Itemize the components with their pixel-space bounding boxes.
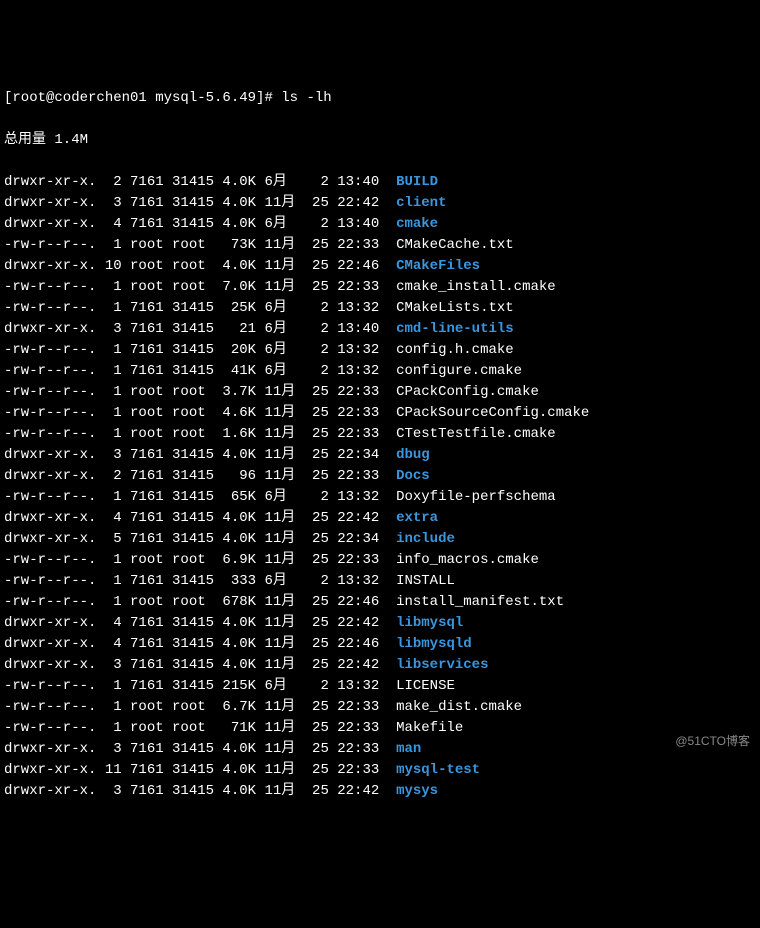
file-name: make_dist.cmake	[396, 699, 522, 715]
file-name: CMakeCache.txt	[396, 237, 514, 253]
file-name: CMakeLists.txt	[396, 300, 514, 316]
listing-row: drwxr-xr-x. 3 7161 31415 21 6月 2 13:40 c…	[4, 319, 756, 340]
listing-meta: drwxr-xr-x. 3 7161 31415 21 6月 2 13:40	[4, 321, 396, 337]
listing-meta: -rw-r--r--. 1 root root 6.9K 11月 25 22:3…	[4, 552, 396, 568]
listing-row: drwxr-xr-x. 10 root root 4.0K 11月 25 22:…	[4, 256, 756, 277]
listing-row: drwxr-xr-x. 2 7161 31415 96 11月 25 22:33…	[4, 466, 756, 487]
listing-row: drwxr-xr-x. 5 7161 31415 4.0K 11月 25 22:…	[4, 529, 756, 550]
terminal-prompt[interactable]: [root@coderchen01 mysql-5.6.49]# ls -lh	[4, 88, 756, 109]
directory-name: cmake	[396, 216, 438, 232]
listing-row: -rw-r--r--. 1 root root 678K 11月 25 22:4…	[4, 592, 756, 613]
listing-meta: drwxr-xr-x. 11 7161 31415 4.0K 11月 25 22…	[4, 762, 396, 778]
directory-name: Docs	[396, 468, 430, 484]
file-name: config.h.cmake	[396, 342, 514, 358]
listing-row: drwxr-xr-x. 3 7161 31415 4.0K 11月 25 22:…	[4, 655, 756, 676]
directory-name: libmysql	[396, 615, 463, 631]
directory-name: include	[396, 531, 455, 547]
listing-meta: -rw-r--r--. 1 root root 3.7K 11月 25 22:3…	[4, 384, 396, 400]
listing-row: -rw-r--r--. 1 7161 31415 215K 6月 2 13:32…	[4, 676, 756, 697]
file-listing: drwxr-xr-x. 2 7161 31415 4.0K 6月 2 13:40…	[4, 172, 756, 802]
listing-meta: -rw-r--r--. 1 root root 4.6K 11月 25 22:3…	[4, 405, 396, 421]
listing-meta: -rw-r--r--. 1 7161 31415 41K 6月 2 13:32	[4, 363, 396, 379]
directory-name: client	[396, 195, 446, 211]
listing-meta: -rw-r--r--. 1 7161 31415 25K 6月 2 13:32	[4, 300, 396, 316]
file-name: info_macros.cmake	[396, 552, 539, 568]
listing-row: -rw-r--r--. 1 root root 1.6K 11月 25 22:3…	[4, 424, 756, 445]
listing-row: -rw-r--r--. 1 root root 71K 11月 25 22:33…	[4, 718, 756, 739]
listing-row: drwxr-xr-x. 3 7161 31415 4.0K 11月 25 22:…	[4, 739, 756, 760]
listing-meta: -rw-r--r--. 1 7161 31415 215K 6月 2 13:32	[4, 678, 396, 694]
file-name: CPackConfig.cmake	[396, 384, 539, 400]
file-name: CPackSourceConfig.cmake	[396, 405, 589, 421]
listing-row: -rw-r--r--. 1 root root 6.7K 11月 25 22:3…	[4, 697, 756, 718]
listing-row: -rw-r--r--. 1 7161 31415 20K 6月 2 13:32 …	[4, 340, 756, 361]
listing-meta: drwxr-xr-x. 4 7161 31415 4.0K 11月 25 22:…	[4, 615, 396, 631]
listing-row: drwxr-xr-x. 3 7161 31415 4.0K 11月 25 22:…	[4, 193, 756, 214]
listing-meta: -rw-r--r--. 1 7161 31415 333 6月 2 13:32	[4, 573, 396, 589]
directory-name: BUILD	[396, 174, 438, 190]
listing-row: -rw-r--r--. 1 root root 73K 11月 25 22:33…	[4, 235, 756, 256]
listing-row: -rw-r--r--. 1 7161 31415 333 6月 2 13:32 …	[4, 571, 756, 592]
total-line: 总用量 1.4M	[4, 130, 756, 151]
listing-meta: drwxr-xr-x. 2 7161 31415 96 11月 25 22:33	[4, 468, 396, 484]
listing-meta: drwxr-xr-x. 4 7161 31415 4.0K 11月 25 22:…	[4, 636, 396, 652]
listing-row: drwxr-xr-x. 4 7161 31415 4.0K 11月 25 22:…	[4, 613, 756, 634]
listing-meta: drwxr-xr-x. 3 7161 31415 4.0K 11月 25 22:…	[4, 783, 396, 799]
directory-name: libmysqld	[396, 636, 472, 652]
listing-row: drwxr-xr-x. 11 7161 31415 4.0K 11月 25 22…	[4, 760, 756, 781]
file-name: INSTALL	[396, 573, 455, 589]
listing-row: -rw-r--r--. 1 root root 3.7K 11月 25 22:3…	[4, 382, 756, 403]
file-name: cmake_install.cmake	[396, 279, 556, 295]
listing-meta: drwxr-xr-x. 3 7161 31415 4.0K 11月 25 22:…	[4, 447, 396, 463]
listing-meta: -rw-r--r--. 1 7161 31415 65K 6月 2 13:32	[4, 489, 396, 505]
directory-name: cmd-line-utils	[396, 321, 514, 337]
listing-meta: drwxr-xr-x. 2 7161 31415 4.0K 6月 2 13:40	[4, 174, 396, 190]
listing-meta: -rw-r--r--. 1 root root 1.6K 11月 25 22:3…	[4, 426, 396, 442]
directory-name: mysql-test	[396, 762, 480, 778]
listing-row: drwxr-xr-x. 4 7161 31415 4.0K 6月 2 13:40…	[4, 214, 756, 235]
listing-row: -rw-r--r--. 1 7161 31415 65K 6月 2 13:32 …	[4, 487, 756, 508]
listing-row: drwxr-xr-x. 2 7161 31415 4.0K 6月 2 13:40…	[4, 172, 756, 193]
file-name: CTestTestfile.cmake	[396, 426, 556, 442]
listing-meta: drwxr-xr-x. 3 7161 31415 4.0K 11月 25 22:…	[4, 195, 396, 211]
listing-meta: -rw-r--r--. 1 root root 7.0K 11月 25 22:3…	[4, 279, 396, 295]
directory-name: CMakeFiles	[396, 258, 480, 274]
directory-name: extra	[396, 510, 438, 526]
listing-row: -rw-r--r--. 1 root root 6.9K 11月 25 22:3…	[4, 550, 756, 571]
listing-row: -rw-r--r--. 1 root root 7.0K 11月 25 22:3…	[4, 277, 756, 298]
listing-meta: drwxr-xr-x. 10 root root 4.0K 11月 25 22:…	[4, 258, 396, 274]
listing-row: -rw-r--r--. 1 7161 31415 25K 6月 2 13:32 …	[4, 298, 756, 319]
listing-row: drwxr-xr-x. 4 7161 31415 4.0K 11月 25 22:…	[4, 508, 756, 529]
listing-row: drwxr-xr-x. 3 7161 31415 4.0K 11月 25 22:…	[4, 781, 756, 802]
listing-meta: -rw-r--r--. 1 root root 73K 11月 25 22:33	[4, 237, 396, 253]
listing-meta: drwxr-xr-x. 3 7161 31415 4.0K 11月 25 22:…	[4, 741, 396, 757]
listing-meta: drwxr-xr-x. 4 7161 31415 4.0K 6月 2 13:40	[4, 216, 396, 232]
directory-name: libservices	[396, 657, 488, 673]
file-name: Doxyfile-perfschema	[396, 489, 556, 505]
listing-meta: -rw-r--r--. 1 root root 6.7K 11月 25 22:3…	[4, 699, 396, 715]
listing-meta: -rw-r--r--. 1 root root 678K 11月 25 22:4…	[4, 594, 396, 610]
listing-meta: -rw-r--r--. 1 root root 71K 11月 25 22:33	[4, 720, 396, 736]
listing-meta: -rw-r--r--. 1 7161 31415 20K 6月 2 13:32	[4, 342, 396, 358]
listing-row: -rw-r--r--. 1 7161 31415 41K 6月 2 13:32 …	[4, 361, 756, 382]
directory-name: mysys	[396, 783, 438, 799]
listing-meta: drwxr-xr-x. 5 7161 31415 4.0K 11月 25 22:…	[4, 531, 396, 547]
file-name: configure.cmake	[396, 363, 522, 379]
directory-name: man	[396, 741, 421, 757]
listing-meta: drwxr-xr-x. 4 7161 31415 4.0K 11月 25 22:…	[4, 510, 396, 526]
listing-row: drwxr-xr-x. 3 7161 31415 4.0K 11月 25 22:…	[4, 445, 756, 466]
watermark: @51CTO博客	[675, 732, 750, 750]
listing-row: drwxr-xr-x. 4 7161 31415 4.0K 11月 25 22:…	[4, 634, 756, 655]
listing-row: -rw-r--r--. 1 root root 4.6K 11月 25 22:3…	[4, 403, 756, 424]
file-name: Makefile	[396, 720, 463, 736]
file-name: LICENSE	[396, 678, 455, 694]
file-name: install_manifest.txt	[396, 594, 564, 610]
listing-meta: drwxr-xr-x. 3 7161 31415 4.0K 11月 25 22:…	[4, 657, 396, 673]
directory-name: dbug	[396, 447, 430, 463]
